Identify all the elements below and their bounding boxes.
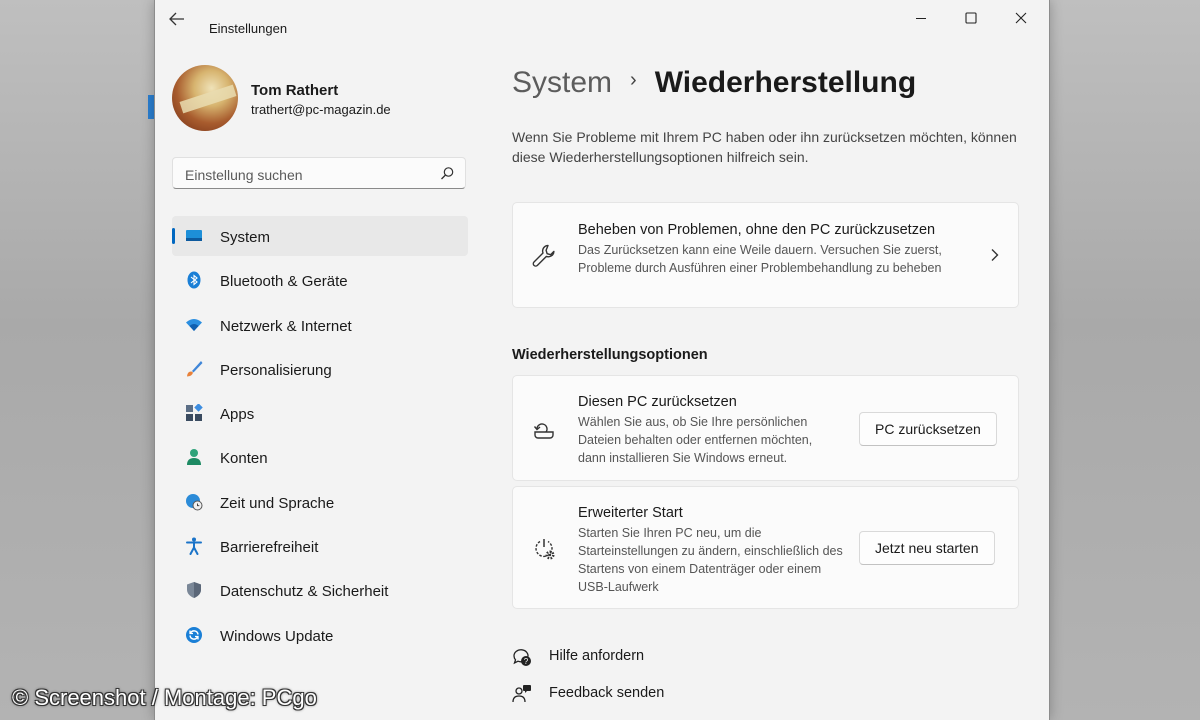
wrench-icon	[532, 244, 555, 267]
page-description: Wenn Sie Probleme mit Ihrem PC haben ode…	[512, 129, 1017, 165]
arrow-left-icon	[169, 12, 184, 26]
sidebar-item-label: Bluetooth & Geräte	[220, 273, 348, 291]
advanced-startup-description: Starten Sie Ihren PC neu, um die Startei…	[578, 526, 843, 594]
sidebar-item-label: Netzwerk & Internet	[220, 317, 352, 335]
settings-window: Einstellungen Tom Rathert trathert@pc-ma…	[154, 0, 1050, 720]
sidebar-item-time-language[interactable]: Zeit und Sprache	[172, 482, 468, 522]
back-button[interactable]	[169, 12, 191, 32]
sidebar-item-label: System	[220, 229, 271, 246]
sidebar-nav: System Bluetooth & Geräte Netzwerk & Int…	[172, 216, 468, 659]
wifi-icon	[186, 318, 202, 331]
feedback-icon	[512, 685, 531, 703]
update-icon	[186, 626, 202, 643]
maximize-button[interactable]	[951, 8, 991, 30]
sidebar-item-windows-update[interactable]: Windows Update	[172, 615, 468, 655]
troubleshoot-card[interactable]: Beheben von Problemen, ohne den PC zurüc…	[512, 202, 1019, 308]
sidebar-item-accessibility[interactable]: Barrierefreiheit	[172, 526, 468, 566]
sidebar-item-label: Barrierefreiheit	[220, 539, 319, 557]
send-feedback-label: Feedback senden	[549, 685, 665, 701]
shield-icon	[187, 582, 201, 599]
reset-pc-title: Diesen PC zurücksetzen	[578, 394, 737, 410]
bluetooth-icon	[187, 271, 201, 289]
close-button[interactable]	[1001, 8, 1041, 30]
reset-pc-description: Wählen Sie aus, ob Sie Ihre persönlichen…	[578, 415, 813, 465]
troubleshoot-title: Beheben von Problemen, ohne den PC zurüc…	[578, 222, 936, 238]
sidebar-item-network[interactable]: Netzwerk & Internet	[172, 305, 468, 345]
advanced-startup-icon	[535, 539, 555, 560]
brush-icon	[187, 360, 203, 377]
watermark: © Screenshot / Montage: PCgo	[12, 685, 317, 710]
reset-pc-button[interactable]: PC zurücksetzen	[859, 412, 997, 446]
sidebar-item-system[interactable]: System	[172, 216, 468, 256]
sidebar-item-label: Apps	[220, 406, 255, 424]
chevron-right-icon	[991, 249, 999, 261]
section-title: Wiederherstellungsoptionen	[512, 347, 708, 363]
user-email: trathert@pc-magazin.de	[251, 102, 391, 117]
svg-text:?: ?	[524, 657, 529, 666]
accessibility-icon	[186, 537, 202, 556]
clock-globe-icon	[186, 493, 203, 511]
app-title: Einstellungen	[209, 21, 288, 36]
user-name: Tom Rathert	[251, 82, 339, 99]
person-icon	[187, 449, 201, 466]
search-icon[interactable]	[440, 166, 455, 181]
get-help-label: Hilfe anfordern	[549, 648, 645, 664]
restart-now-button[interactable]: Jetzt neu starten	[859, 531, 995, 565]
search-input[interactable]	[183, 164, 437, 186]
breadcrumb-separator: ›	[630, 69, 637, 91]
title-bar: Einstellungen	[155, 0, 1049, 40]
search-box	[172, 157, 466, 189]
apps-icon	[186, 404, 203, 422]
breadcrumb: System › Wiederherstellung	[512, 66, 916, 106]
sidebar-item-label: Personalisierung	[220, 361, 332, 379]
monitor-icon	[186, 230, 202, 241]
minimize-icon	[916, 18, 926, 19]
sidebar-item-label: Zeit und Sprache	[220, 494, 335, 512]
sidebar-item-bluetooth[interactable]: Bluetooth & Geräte	[172, 260, 468, 300]
troubleshoot-description: Das Zurücksetzen kann eine Weile dauern.…	[578, 243, 942, 275]
page-title: Wiederherstellung	[654, 66, 917, 99]
close-icon	[1015, 12, 1027, 24]
sidebar-item-personalization[interactable]: Personalisierung	[172, 349, 468, 389]
minimize-button[interactable]	[901, 8, 941, 30]
sidebar-item-apps[interactable]: Apps	[172, 393, 468, 433]
advanced-startup-card: Erweiterter Start Starten Sie Ihren PC n…	[512, 486, 1019, 609]
advanced-startup-title: Erweiterter Start	[578, 505, 683, 521]
sidebar-item-label: Windows Update	[220, 627, 334, 645]
sidebar-item-label: Datenschutz & Sicherheit	[220, 583, 389, 601]
avatar[interactable]	[172, 65, 238, 131]
sidebar-item-label: Konten	[220, 450, 268, 468]
maximize-icon	[965, 12, 977, 24]
help-icon: ?	[513, 649, 531, 666]
reset-icon	[533, 423, 554, 439]
sidebar-item-accounts[interactable]: Konten	[172, 437, 468, 477]
breadcrumb-parent[interactable]: System	[512, 66, 612, 99]
sidebar-item-privacy[interactable]: Datenschutz & Sicherheit	[172, 570, 468, 610]
reset-pc-card: Diesen PC zurücksetzen Wählen Sie aus, o…	[512, 375, 1019, 481]
